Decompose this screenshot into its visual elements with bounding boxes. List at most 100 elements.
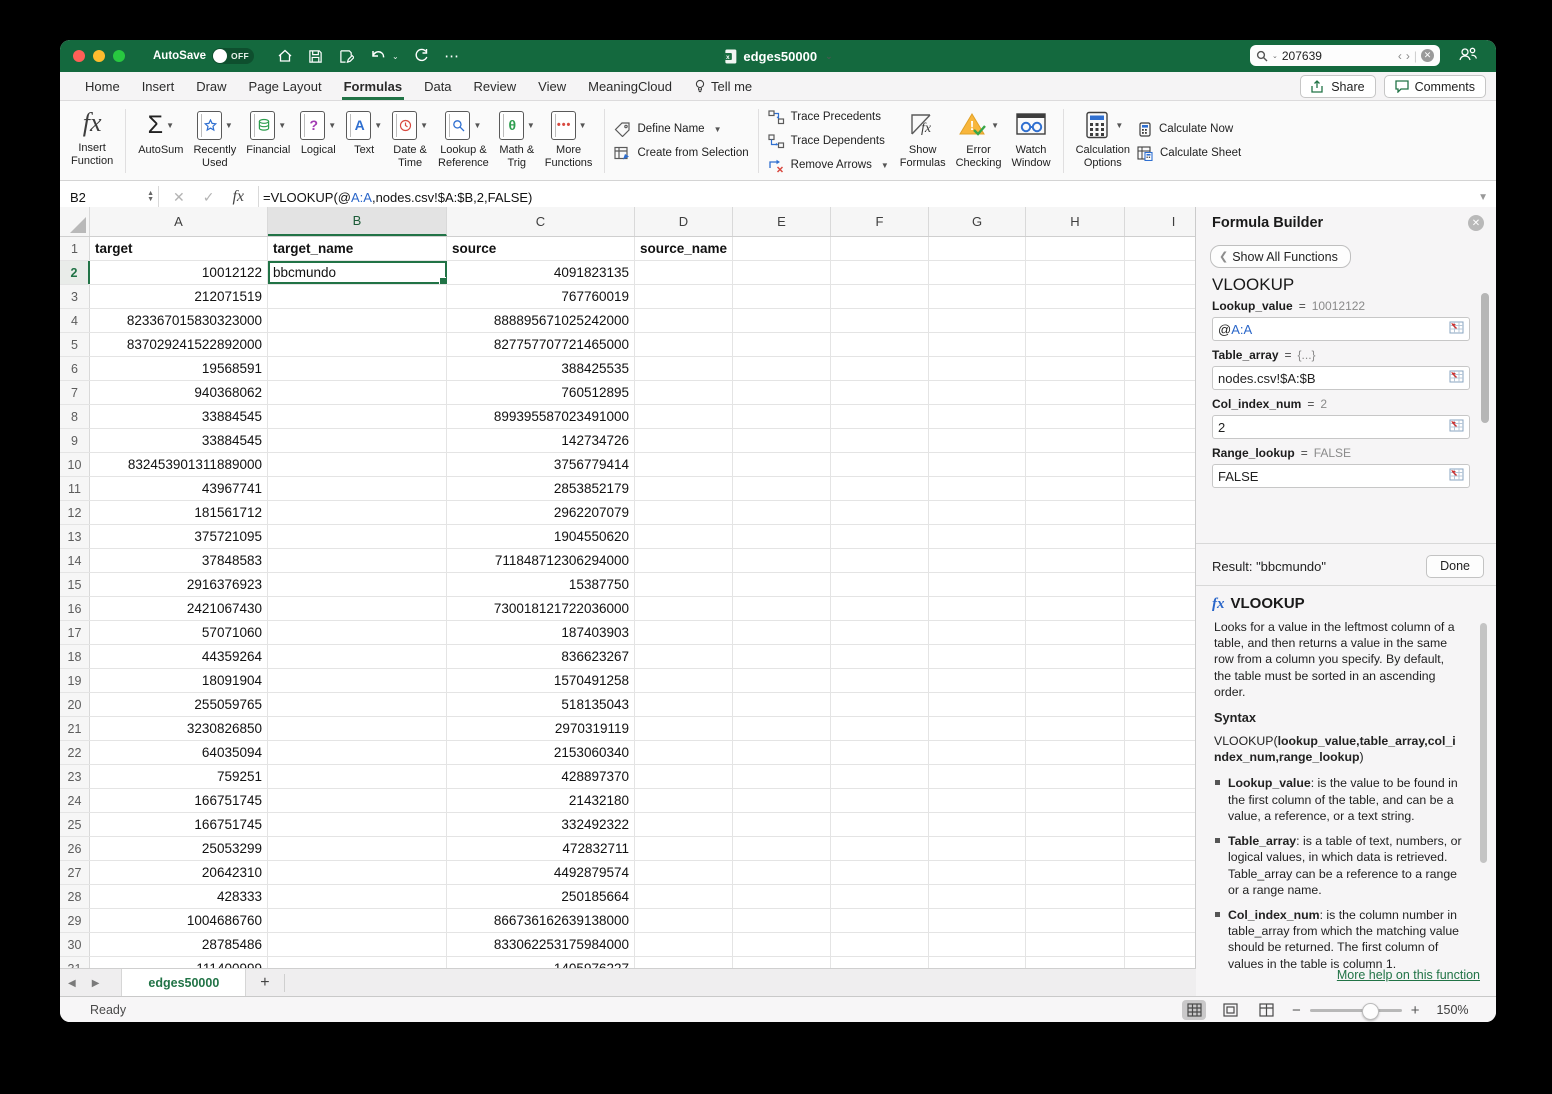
cell-I19[interactable]: [1125, 669, 1196, 692]
cell-I13[interactable]: [1125, 525, 1196, 548]
cell-G28[interactable]: [929, 885, 1026, 908]
cell-B19[interactable]: [268, 669, 447, 692]
row-header-11[interactable]: 11: [60, 477, 90, 500]
cell-E18[interactable]: [733, 645, 831, 668]
sheet-nav-prev-icon[interactable]: ◀: [60, 978, 84, 989]
cell-E26[interactable]: [733, 837, 831, 860]
row-header-3[interactable]: 3: [60, 285, 90, 308]
cell-A25[interactable]: 166751745: [90, 813, 268, 836]
cell-D30[interactable]: [635, 933, 733, 956]
cell-B12[interactable]: [268, 501, 447, 524]
cell-I20[interactable]: [1125, 693, 1196, 716]
cell-H6[interactable]: [1026, 357, 1125, 380]
cell-A17[interactable]: 57071060: [90, 621, 268, 644]
sheet-tab-edges50000[interactable]: edges50000: [121, 969, 246, 997]
row-header-27[interactable]: 27: [60, 861, 90, 884]
cell-F23[interactable]: [831, 765, 929, 788]
cell-E27[interactable]: [733, 861, 831, 884]
cell-H3[interactable]: [1026, 285, 1125, 308]
cell-F25[interactable]: [831, 813, 929, 836]
cell-I22[interactable]: [1125, 741, 1196, 764]
cell-B28[interactable]: [268, 885, 447, 908]
cell-I21[interactable]: [1125, 717, 1196, 740]
cell-F10[interactable]: [831, 453, 929, 476]
cell-B11[interactable]: [268, 477, 447, 500]
cell-B24[interactable]: [268, 789, 447, 812]
share-button[interactable]: Share: [1300, 75, 1375, 98]
cell-C30[interactable]: 833062253175984000: [447, 933, 635, 956]
row-header-8[interactable]: 8: [60, 405, 90, 428]
column-header-E[interactable]: E: [733, 207, 831, 236]
cell-C11[interactable]: 2853852179: [447, 477, 635, 500]
cell-F19[interactable]: [831, 669, 929, 692]
cell-G15[interactable]: [929, 573, 1026, 596]
cell-F9[interactable]: [831, 429, 929, 452]
cell-I4[interactable]: [1125, 309, 1196, 332]
cell-B13[interactable]: [268, 525, 447, 548]
cell-D20[interactable]: [635, 693, 733, 716]
cell-C14[interactable]: 711848712306294000: [447, 549, 635, 572]
cell-G2[interactable]: [929, 261, 1026, 284]
cell-I6[interactable]: [1125, 357, 1196, 380]
cell-G29[interactable]: [929, 909, 1026, 932]
cell-C10[interactable]: 3756779414: [447, 453, 635, 476]
lookup-reference-button[interactable]: ▼Lookup & Reference: [433, 104, 494, 170]
cell-F1[interactable]: [831, 237, 929, 260]
lookup_value-input[interactable]: @A:A: [1212, 317, 1470, 341]
cell-B27[interactable]: [268, 861, 447, 884]
tab-view[interactable]: View: [527, 72, 577, 100]
cell-I12[interactable]: [1125, 501, 1196, 524]
document-title[interactable]: x edges50000 ⌄: [723, 49, 832, 64]
cell-B25[interactable]: [268, 813, 447, 836]
cell-A13[interactable]: 375721095: [90, 525, 268, 548]
cell-A10[interactable]: 832453901311889000: [90, 453, 268, 476]
cell-B20[interactable]: [268, 693, 447, 716]
cell-D4[interactable]: [635, 309, 733, 332]
row-header-4[interactable]: 4: [60, 309, 90, 332]
title-chevron-icon[interactable]: ⌄: [825, 51, 833, 62]
cell-H1[interactable]: [1026, 237, 1125, 260]
cell-H23[interactable]: [1026, 765, 1125, 788]
row-header-15[interactable]: 15: [60, 573, 90, 596]
cell-I27[interactable]: [1125, 861, 1196, 884]
cell-D6[interactable]: [635, 357, 733, 380]
cell-G27[interactable]: [929, 861, 1026, 884]
cell-H19[interactable]: [1026, 669, 1125, 692]
search-prev-icon[interactable]: ‹: [1398, 49, 1402, 63]
row-header-2[interactable]: 2: [60, 261, 90, 284]
cell-E16[interactable]: [733, 597, 831, 620]
trace-precedents-button[interactable]: Trace Precedents: [768, 107, 889, 128]
row-header-21[interactable]: 21: [60, 717, 90, 740]
cell-F21[interactable]: [831, 717, 929, 740]
cell-D7[interactable]: [635, 381, 733, 404]
cell-E9[interactable]: [733, 429, 831, 452]
cell-C25[interactable]: 332492322: [447, 813, 635, 836]
cell-D28[interactable]: [635, 885, 733, 908]
cell-H2[interactable]: [1026, 261, 1125, 284]
cell-D14[interactable]: [635, 549, 733, 572]
cell-A21[interactable]: 3230826850: [90, 717, 268, 740]
cell-C22[interactable]: 2153060340: [447, 741, 635, 764]
cell-H26[interactable]: [1026, 837, 1125, 860]
cell-F16[interactable]: [831, 597, 929, 620]
cell-F17[interactable]: [831, 621, 929, 644]
function-wizard-icon[interactable]: fx: [232, 188, 244, 206]
cell-A6[interactable]: 19568591: [90, 357, 268, 380]
cell-A1[interactable]: target: [90, 237, 268, 260]
cell-G8[interactable]: [929, 405, 1026, 428]
cell-E19[interactable]: [733, 669, 831, 692]
cell-C19[interactable]: 1570491258: [447, 669, 635, 692]
cell-A16[interactable]: 2421067430: [90, 597, 268, 620]
cell-B16[interactable]: [268, 597, 447, 620]
cell-B23[interactable]: [268, 765, 447, 788]
calculate-now-button[interactable]: Calculate Now: [1137, 119, 1241, 140]
column-header-I[interactable]: I: [1125, 207, 1196, 236]
col_index_num-input[interactable]: 2: [1212, 415, 1470, 439]
home-icon[interactable]: [276, 48, 293, 65]
search-field[interactable]: ⌄ 207639 ‹ › | ✕: [1250, 45, 1440, 66]
cell-I31[interactable]: [1125, 957, 1196, 968]
tab-home[interactable]: Home: [74, 72, 131, 100]
cell-D19[interactable]: [635, 669, 733, 692]
cell-F12[interactable]: [831, 501, 929, 524]
cell-D12[interactable]: [635, 501, 733, 524]
